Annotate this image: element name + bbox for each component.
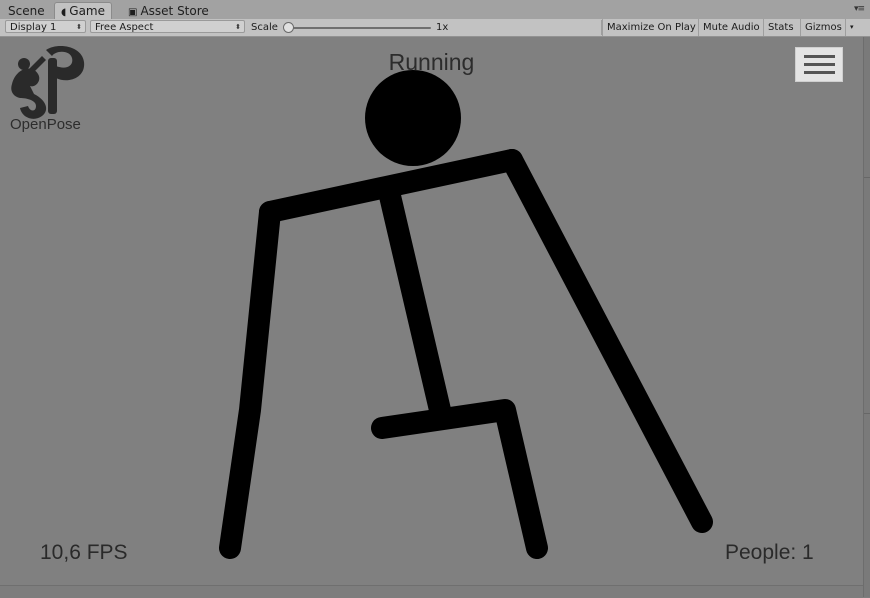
skeleton-right-arm (501, 149, 713, 533)
strip-divider (864, 177, 870, 178)
editor-bottom-strip (0, 585, 863, 598)
hamburger-icon (804, 71, 835, 74)
skeleton-left-arm (219, 201, 281, 559)
editor-side-strip (863, 37, 870, 597)
hamburger-icon (804, 55, 835, 58)
skeleton-head (365, 70, 461, 166)
fps-counter: 10,6 FPS (40, 541, 128, 564)
skeleton-leg (371, 399, 548, 559)
hamburger-menu-button[interactable] (795, 47, 843, 82)
people-counter: People: 1 (725, 541, 814, 564)
strip-divider (864, 413, 870, 414)
openpose-logo-text: OpenPose (10, 116, 81, 133)
status-text: Running (388, 49, 475, 75)
hamburger-icon (804, 63, 835, 66)
pose-skeleton (219, 70, 713, 559)
skeleton-spine (379, 185, 451, 421)
